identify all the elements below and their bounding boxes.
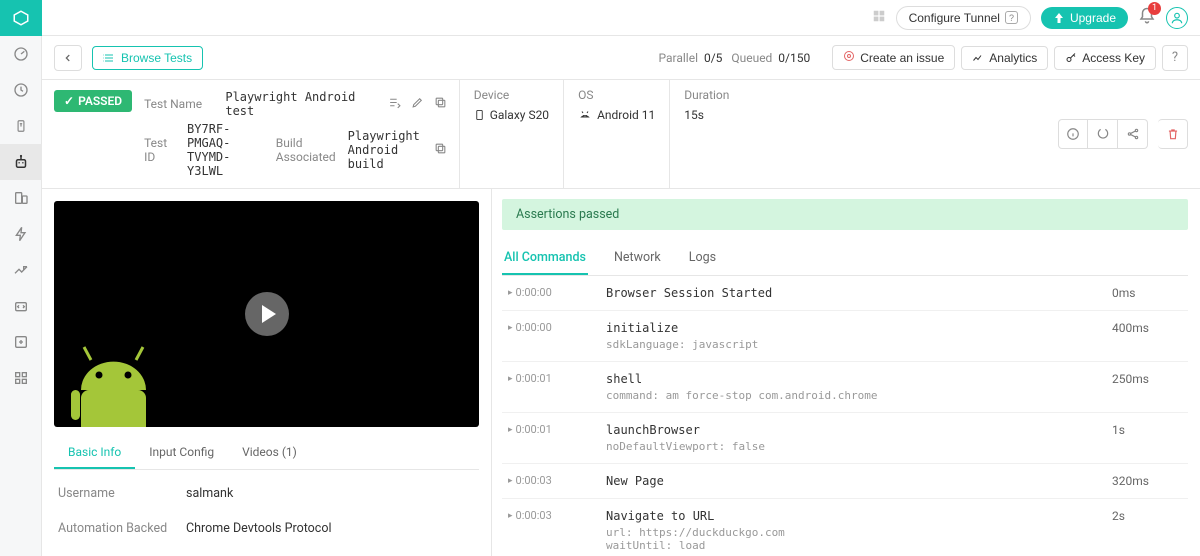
command-duration: 2s	[1112, 509, 1182, 523]
tab-logs[interactable]: Logs	[687, 242, 718, 275]
command-duration: 0ms	[1112, 286, 1182, 300]
sidebar-item-more[interactable]	[0, 360, 42, 396]
test-header: ✓ PASSED Test Name Playwright Android te…	[42, 80, 1200, 189]
info-automation-label: Automation Backed	[58, 521, 186, 536]
upgrade-button[interactable]: Upgrade	[1041, 7, 1128, 29]
sidebar-item-device[interactable]	[0, 180, 42, 216]
sidebar-item-performance[interactable]	[0, 216, 42, 252]
test-id: BY7RF-PMGAQ-TVYMD-Y3LWL	[187, 122, 264, 178]
share-button[interactable]	[1118, 119, 1148, 149]
right-pane: Assertions passed All Commands Network L…	[492, 189, 1200, 556]
topbar: Configure Tunnel ? Upgrade 1	[42, 0, 1200, 36]
command-time: 0:00:01	[508, 423, 598, 436]
command-duration: 400ms	[1112, 321, 1182, 335]
os-label: OS	[578, 88, 655, 102]
access-key-button[interactable]: Access Key	[1054, 46, 1156, 70]
assertions-banner: Assertions passed	[502, 199, 1188, 230]
back-button[interactable]	[54, 45, 82, 71]
build-name: Playwright Android build	[348, 129, 428, 171]
play-button[interactable]	[245, 292, 289, 336]
phone-icon	[474, 108, 485, 122]
command-row[interactable]: 0:00:00 Browser Session Started 0ms	[502, 276, 1188, 311]
sidebar-item-add[interactable]	[0, 324, 42, 360]
command-row[interactable]: 0:00:03 Navigate to URL url: https://duck…	[502, 499, 1188, 556]
sidebar-item-analytics[interactable]	[0, 252, 42, 288]
sidebar-item-dashboard[interactable]	[0, 36, 42, 72]
duration-label: Duration	[684, 88, 729, 102]
info-tabs: Basic Info Input Config Videos (1)	[54, 437, 479, 470]
analytics-button[interactable]: Analytics	[961, 46, 1048, 70]
sidebar-item-history[interactable]	[0, 72, 42, 108]
android-icon	[578, 109, 592, 121]
browse-tests-button[interactable]: Browse Tests	[92, 46, 203, 70]
command-time: 0:00:03	[508, 474, 598, 487]
profile-button[interactable]	[1166, 7, 1188, 29]
command-title: shell	[606, 372, 1104, 386]
info-username: salmank	[186, 486, 233, 501]
test-id-label: Test ID	[144, 136, 181, 164]
tab-network[interactable]: Network	[612, 242, 663, 275]
notifications-button[interactable]: 1	[1138, 7, 1156, 29]
copy-id-icon[interactable]	[434, 142, 447, 158]
left-pane: Basic Info Input Config Videos (1) Usern…	[42, 189, 492, 556]
command-detail: sdkLanguage: javascript	[606, 338, 1104, 351]
command-row[interactable]: 0:00:00 initialize sdkLanguage: javascrip…	[502, 311, 1188, 362]
command-title: Navigate to URL	[606, 509, 1104, 523]
configure-tunnel-button[interactable]: Configure Tunnel ?	[896, 6, 1031, 30]
actionbar: Browse Tests Parallel 0/5 Queued 0/150 C…	[42, 36, 1200, 80]
sidebar-item-integrations[interactable]	[0, 288, 42, 324]
command-tabs: All Commands Network Logs	[502, 242, 1188, 276]
apps-icon[interactable]	[872, 9, 886, 27]
parallel-info: Parallel 0/5 Queued 0/150	[658, 51, 810, 65]
command-row[interactable]: 0:00:01 shell command: am force-stop com.…	[502, 362, 1188, 413]
command-time: 0:00:00	[508, 286, 598, 299]
retry-button[interactable]	[1088, 119, 1118, 149]
sidebar-item-automation[interactable]	[0, 144, 42, 180]
command-row[interactable]: 0:00:03 New Page 320ms	[502, 464, 1188, 499]
command-duration: 320ms	[1112, 474, 1182, 488]
android-bot-icon	[66, 335, 166, 427]
command-title: New Page	[606, 474, 1104, 488]
status-badge: ✓ PASSED	[54, 90, 132, 112]
command-time: 0:00:03	[508, 509, 598, 522]
device-label: Device	[474, 88, 549, 102]
info-list[interactable]: Username salmank Automation Backed Chrom…	[54, 470, 479, 544]
tab-videos[interactable]: Videos (1)	[228, 437, 311, 469]
command-title: Browser Session Started	[606, 286, 1104, 300]
command-duration: 1s	[1112, 423, 1182, 437]
tab-all-commands[interactable]: All Commands	[502, 242, 588, 275]
delete-button[interactable]	[1158, 119, 1188, 149]
duration-value: 15s	[684, 108, 729, 122]
command-time: 0:00:00	[508, 321, 598, 334]
sidebar	[0, 0, 42, 556]
edit-inline-icon[interactable]	[388, 96, 401, 112]
device-value: Galaxy S20	[474, 108, 549, 122]
edit-icon[interactable]	[411, 96, 424, 112]
os-value: Android 11	[578, 108, 655, 122]
command-row[interactable]: 0:00:01 launchBrowser noDefaultViewport: …	[502, 413, 1188, 464]
test-name-label: Test Name	[144, 97, 219, 111]
command-detail: url: https://duckduckgo.comwaitUntil: lo…	[606, 526, 1104, 552]
sidebar-item-real[interactable]	[0, 108, 42, 144]
tab-basic-info[interactable]: Basic Info	[54, 437, 135, 469]
notif-badge: 1	[1148, 2, 1161, 15]
video-player[interactable]	[54, 201, 479, 427]
help-button[interactable]: ?	[1162, 45, 1188, 71]
command-title: initialize	[606, 321, 1104, 335]
build-label: Build Associated	[276, 136, 336, 164]
command-list[interactable]: 0:00:00 Browser Session Started 0ms 0:00…	[502, 276, 1200, 556]
info-automation: Chrome Devtools Protocol	[186, 521, 332, 536]
info-username-label: Username	[58, 486, 186, 501]
command-title: launchBrowser	[606, 423, 1104, 437]
copy-icon[interactable]	[434, 96, 447, 112]
command-detail: command: am force-stop com.android.chrom…	[606, 389, 1104, 402]
command-duration: 250ms	[1112, 372, 1182, 386]
tab-input-config[interactable]: Input Config	[135, 437, 228, 469]
create-issue-button[interactable]: Create an issue	[832, 45, 955, 70]
logo[interactable]	[0, 0, 42, 36]
command-time: 0:00:01	[508, 372, 598, 385]
info-button[interactable]	[1058, 119, 1088, 149]
command-detail: noDefaultViewport: false	[606, 440, 1104, 453]
test-name: Playwright Android test	[225, 90, 381, 118]
